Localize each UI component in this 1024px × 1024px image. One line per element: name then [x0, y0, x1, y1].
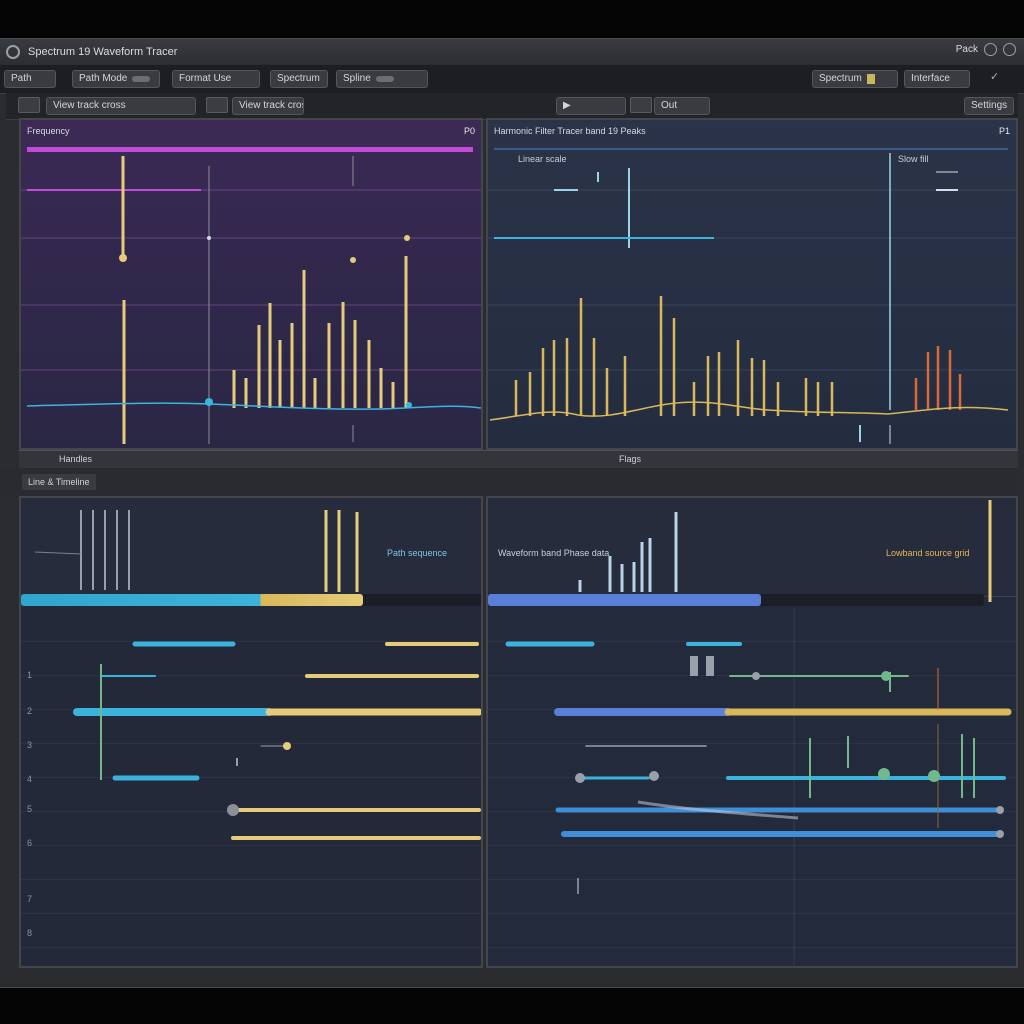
tool-spectrum-button[interactable]: Spectrum [270, 70, 328, 88]
harmonic-bars [514, 296, 834, 416]
secondary-toolbar: View track cross View track cross ▶ Out … [6, 93, 1018, 120]
swatch-icon [866, 74, 875, 84]
section-tab[interactable]: Line & Timeline [22, 474, 96, 490]
window-title: Spectrum 19 Waveform Tracer [28, 46, 178, 58]
app-logo-icon [6, 45, 20, 59]
view-mode-button[interactable]: View track cross [232, 97, 304, 115]
output-button[interactable]: Out [654, 97, 710, 115]
path-sequence-panel: Path sequence 1 2 3 4 5 6 7 8 [19, 496, 483, 968]
transport-stop-icon[interactable] [630, 97, 652, 113]
frequency-plot[interactable] [21, 120, 483, 450]
view-toggle-icon[interactable] [18, 97, 40, 113]
baseline-curve [26, 402, 481, 410]
splitter-bar[interactable]: Handles Flags [19, 450, 1018, 470]
waveform-panel: Waveform band Phase data Lowband source … [486, 496, 1018, 968]
record-icon[interactable] [206, 97, 228, 113]
tool-spectrum-right-button[interactable]: Spectrum [812, 70, 898, 88]
help-icon[interactable]: ✓ [990, 70, 999, 83]
tool-format-button[interactable]: Format Use [172, 70, 260, 88]
titlebar: Spectrum 19 Waveform Tracer Pack [0, 39, 1024, 65]
settings-button[interactable]: Settings [964, 97, 1014, 115]
slider-knob-icon [132, 76, 151, 82]
main-toolbar: Path Path Mode Format Use Spectrum Splin… [0, 65, 1024, 94]
magenta-band [27, 147, 473, 152]
marker-handle[interactable] [119, 254, 127, 262]
tool-path-mode-button[interactable]: Path Mode [72, 70, 160, 88]
flags-label: Flags [619, 454, 642, 464]
tool-path-button[interactable]: Path [4, 70, 56, 88]
harmonic-plot[interactable] [488, 120, 1018, 450]
frequency-panel: Frequency P0 [19, 118, 483, 450]
transport-play-button[interactable]: ▶ [556, 97, 626, 115]
harmonic-panel: Harmonic Filter Tracer band 19 Peaks P1 … [486, 118, 1018, 450]
tool-spline-button[interactable]: Spline [336, 70, 428, 88]
slider-knob-icon [375, 76, 394, 82]
section-tabbar: Line & Timeline [0, 468, 1018, 496]
pack-label[interactable]: Pack [956, 44, 978, 55]
handles-label: Handles [59, 454, 93, 464]
window-controls: Pack [956, 43, 1016, 56]
view-track-dropdown[interactable]: View track cross [46, 97, 196, 115]
path-timeline[interactable] [21, 498, 483, 968]
minimize-icon[interactable] [984, 43, 997, 56]
waveform-timeline[interactable] [488, 498, 1018, 968]
tool-interface-button[interactable]: Interface [904, 70, 970, 88]
close-icon[interactable] [1003, 43, 1016, 56]
spectrum-bars [232, 256, 408, 408]
